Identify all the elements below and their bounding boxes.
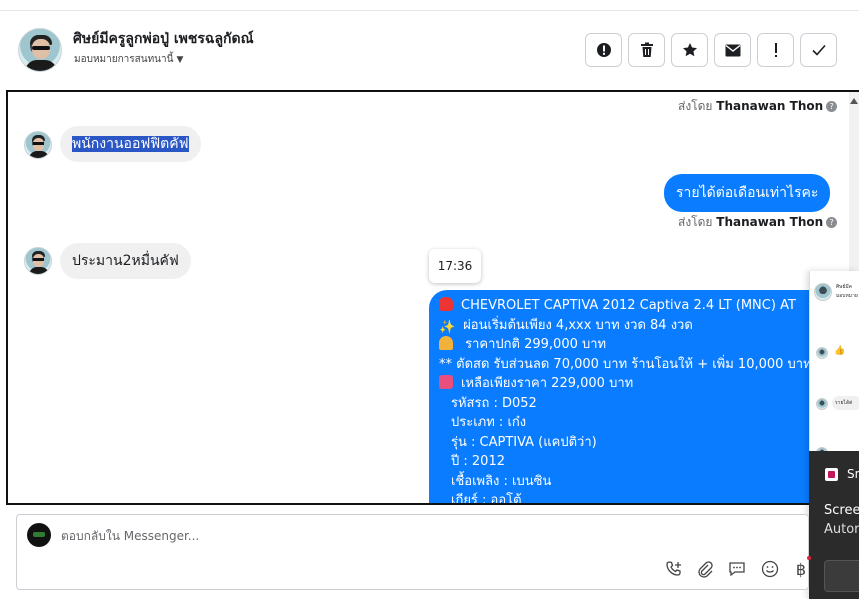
envelope-icon <box>725 44 740 56</box>
conversation-header: ศิษย์มีครูลูกพ่อปู่ เพชรฉลูกัดณ์ มอบหมาย… <box>0 11 859 89</box>
assign-label: มอบหมายการสนทนานี้ <box>74 54 174 65</box>
preview-name: ศิษย์มีค <box>836 284 853 290</box>
listing-line: CHEVROLET CAPTIVA 2012 Captiva 2.4 LT (M… <box>461 298 796 313</box>
notification-action-button[interactable] <box>824 560 859 592</box>
alert-circle-icon <box>596 43 611 57</box>
mark-spam-button[interactable] <box>585 33 622 67</box>
emoji-button[interactable] <box>760 559 780 579</box>
preview-message: รายได้ต่ <box>832 396 859 410</box>
help-icon[interactable]: ? <box>826 217 838 228</box>
incoming-message[interactable]: พนักงานออฟฟิตคัฟ <box>60 126 201 162</box>
sender-name: Thanawan Thon <box>716 99 824 113</box>
notification-dot <box>807 556 811 560</box>
outgoing-message[interactable]: รายได้ต่อเดือนเท่าไรคะ <box>664 174 831 212</box>
reply-composer: ฿ <box>16 514 809 590</box>
listing-line: ผ่อนเริ่มต้นเพียง 4,xxx บาท งวด 84 งวด <box>463 317 693 333</box>
car-icon <box>439 297 453 311</box>
sparkles-icon: ✨ <box>439 319 456 335</box>
listing-line: เชื้อเพลิง : เบนซิน <box>451 473 552 489</box>
contact-avatar-small[interactable] <box>24 247 52 275</box>
thumbs-up-icon: 👍 <box>834 346 846 356</box>
contact-avatar[interactable] <box>18 28 62 72</box>
car-listing-message[interactable]: CHEVROLET CAPTIVA 2012 Captiva 2.4 LT (M… <box>429 290 829 505</box>
notification-title: Sn <box>847 467 859 481</box>
preview-avatar <box>816 398 828 410</box>
reply-input[interactable] <box>61 529 661 543</box>
chat-bubble-icon <box>729 562 745 577</box>
incoming-message[interactable]: ประมาน2หมื่นคัฟ <box>60 243 191 279</box>
listing-line: ** ตัดสด รับส่วนลด 70,000 บาท ร้านโอนให้… <box>439 356 812 372</box>
selected-text: พนักงานออฟฟิตคัฟ <box>72 136 189 152</box>
exclamation-icon <box>774 43 777 57</box>
listing-line: ราคาปกติ 299,000 บาท <box>461 337 607 352</box>
notification-line: Autor <box>824 522 859 537</box>
caret-down-icon: ▼ <box>176 55 184 65</box>
preview-avatar <box>814 283 832 301</box>
payment-button[interactable]: ฿ <box>791 559 811 579</box>
contact-avatar-small[interactable] <box>24 131 52 159</box>
page-avatar <box>27 523 51 547</box>
add-contact-button[interactable] <box>664 559 684 579</box>
listing-line: รุ่น : CAPTIVA (แคปติว่า) <box>451 434 597 450</box>
screenshot-notification[interactable]: Sn Scree Autor <box>809 451 859 599</box>
bell-icon <box>439 336 453 350</box>
scroll-up-icon[interactable] <box>850 98 858 104</box>
smiley-icon <box>761 560 779 578</box>
snipping-tool-icon <box>825 468 838 481</box>
assign-conversation-dropdown[interactable]: มอบหมายการสนทนานี้ ▼ <box>74 52 183 67</box>
sent-by-label: ส่งโดย Thanawan Thon? <box>678 213 838 232</box>
listing-line: เกียร์ : ออโต้ <box>451 493 522 505</box>
paperclip-icon <box>698 561 713 578</box>
timestamp-tooltip: 17:36 <box>429 249 481 283</box>
notification-line: Scree <box>824 503 859 518</box>
listing-line: ประเภท : เก๋ง <box>451 415 527 430</box>
saved-replies-button[interactable] <box>727 559 747 579</box>
preview-avatar <box>816 347 828 359</box>
mark-done-button[interactable] <box>800 33 837 67</box>
star-button[interactable] <box>671 33 708 67</box>
trash-icon <box>640 42 653 57</box>
baht-icon: ฿ <box>795 559 807 579</box>
star-icon <box>682 43 697 57</box>
message-thread[interactable]: ส่งโดย Thanawan Thon? พนักงานออฟฟิตคัฟ ร… <box>6 90 859 505</box>
help-icon[interactable]: ? <box>826 101 838 112</box>
phone-plus-icon <box>666 561 681 576</box>
sender-name: Thanawan Thon <box>716 215 824 229</box>
listing-line: เหลือเพียงราคา 229,000 บาท <box>461 376 634 391</box>
delete-button[interactable] <box>628 33 665 67</box>
check-icon <box>811 44 826 56</box>
attach-button[interactable] <box>695 559 715 579</box>
follow-up-button[interactable] <box>757 33 794 67</box>
ribbon-icon <box>439 375 453 389</box>
preview-sub: มอบหมาย <box>836 293 858 299</box>
contact-name[interactable]: ศิษย์มีครูลูกพ่อปู่ เพชรฉลูกัดณ์ <box>73 28 254 50</box>
sent-by-label: ส่งโดย Thanawan Thon? <box>678 97 838 116</box>
listing-line: ปี : 2012 <box>451 454 505 469</box>
listing-line: รหัสรถ : D052 <box>451 395 537 411</box>
mark-unread-button[interactable] <box>714 33 751 67</box>
